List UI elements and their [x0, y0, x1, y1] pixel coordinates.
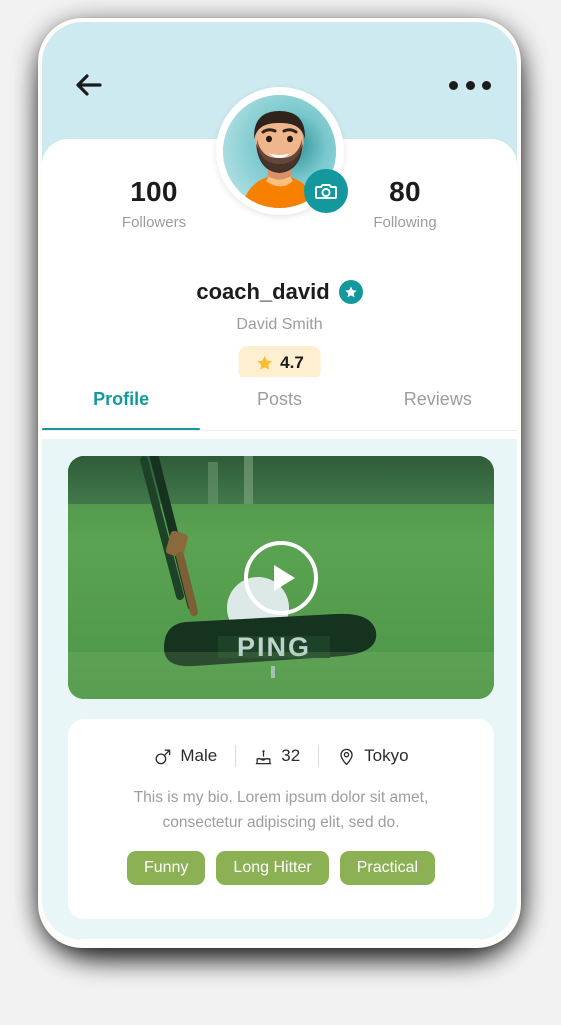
video-thumbnail[interactable]: PING: [68, 456, 494, 699]
phone-screen: 100 Followers 80 Following coach_david D…: [42, 22, 517, 940]
location-pin-icon: [340, 748, 353, 765]
age-value: 32: [281, 746, 301, 765]
arrow-left-icon[interactable]: [72, 68, 106, 102]
birthday-cake-icon: [255, 749, 272, 764]
info-row: Male 32 Tokyo: [68, 719, 494, 767]
info-separator: [235, 745, 237, 767]
tag-item[interactable]: Funny: [126, 851, 206, 885]
more-options-icon[interactable]: [449, 74, 491, 96]
followers-count: 100: [130, 176, 178, 207]
tab-profile-label: Profile: [93, 389, 150, 409]
next-card-preview: [68, 939, 494, 940]
followers-label: Followers: [121, 214, 187, 231]
avatar[interactable]: [215, 87, 348, 215]
tab-profile[interactable]: Profile: [42, 377, 201, 431]
info-separator: [318, 745, 320, 767]
tab-posts-label: Posts: [256, 389, 302, 409]
info-age: 32: [254, 746, 300, 766]
tab-posts[interactable]: Posts: [200, 377, 358, 431]
star-icon: [256, 355, 272, 370]
location-value: Tokyo: [364, 746, 409, 765]
phone-frame: 100 Followers 80 Following coach_david D…: [38, 18, 521, 948]
username: coach_david: [196, 279, 330, 304]
tag-list: Funny Long Hitter Practical: [68, 851, 494, 885]
bio-text: This is my bio. Lorem ipsum dolor sit am…: [133, 789, 429, 831]
tag-item[interactable]: Practical: [339, 851, 436, 885]
tab-bar: Profile Posts Reviews: [42, 377, 517, 431]
play-icon[interactable]: [244, 540, 318, 615]
tab-reviews[interactable]: Reviews: [359, 377, 517, 431]
username-row: coach_david: [42, 279, 517, 305]
camera-icon[interactable]: [303, 169, 348, 213]
rating-badge[interactable]: 4.7: [238, 346, 321, 380]
gender-value: Male: [180, 746, 218, 765]
following-count: 80: [389, 176, 421, 207]
stat-following[interactable]: 80 Following: [345, 176, 465, 231]
stat-followers[interactable]: 100 Followers: [94, 176, 214, 231]
tab-divider: [42, 430, 517, 431]
tab-reviews-label: Reviews: [403, 389, 472, 409]
info-gender: Male: [153, 746, 217, 766]
star-badge-icon[interactable]: [338, 280, 363, 304]
male-gender-icon: [155, 748, 171, 764]
following-label: Following: [373, 214, 437, 231]
bio-card: Male 32 Tokyo This is my bio. Lorem ipsu…: [68, 719, 494, 919]
tag-item[interactable]: Long Hitter: [216, 851, 329, 885]
rating-value: 4.7: [280, 353, 304, 372]
fullname: David Smith: [236, 316, 323, 333]
info-location: Tokyo: [337, 746, 409, 766]
